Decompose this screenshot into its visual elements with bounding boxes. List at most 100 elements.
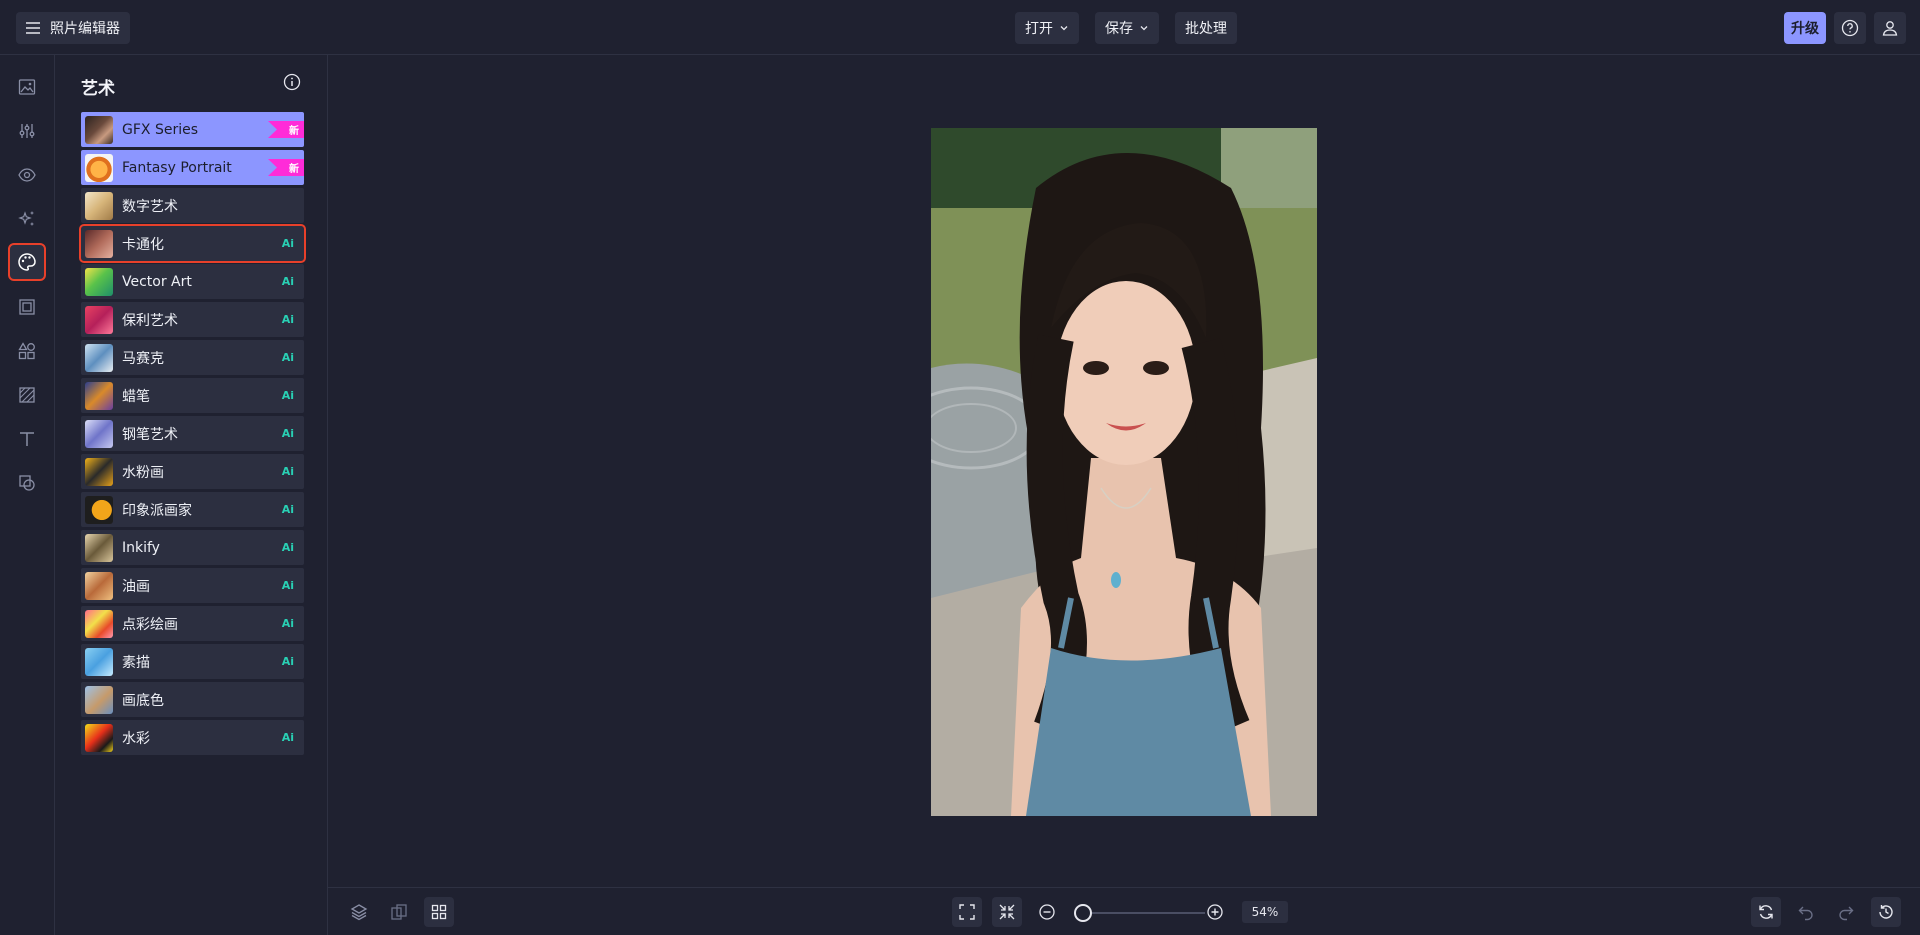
effect-digital-art[interactable]: 数字艺术 — [81, 188, 304, 223]
effect-cartoonize[interactable]: 卡通化 Ai — [79, 224, 306, 263]
redo-button[interactable] — [1831, 897, 1861, 927]
effect-thumbnail — [85, 609, 113, 638]
rail-item-view[interactable] — [8, 156, 46, 194]
new-badge: 新 — [268, 159, 304, 176]
effect-inkify[interactable]: Inkify Ai — [81, 530, 304, 565]
zoom-slider-handle[interactable] — [1074, 904, 1093, 922]
undo-icon — [1798, 906, 1813, 921]
account-button[interactable] — [1874, 12, 1906, 44]
new-badge: 新 — [268, 121, 304, 138]
effect-label: GFX Series — [122, 121, 198, 138]
effect-label: 素描 — [122, 654, 150, 671]
frame-icon — [19, 299, 35, 315]
save-label: 保存 — [1105, 21, 1133, 37]
batch-label: 批处理 — [1185, 21, 1227, 37]
effect-pen-art[interactable]: 钢笔艺术 Ai — [81, 416, 304, 451]
zoom-slider-track[interactable] — [1080, 912, 1205, 914]
zoom-out-icon — [1039, 904, 1055, 920]
fit-screen-button[interactable] — [952, 897, 982, 927]
effect-sketch[interactable]: 素描 Ai — [81, 644, 304, 679]
batch-process-button[interactable]: 批处理 — [1175, 12, 1237, 44]
rail-item-adjust[interactable] — [8, 112, 46, 150]
eye-icon — [18, 168, 36, 182]
effect-crayon[interactable]: 蜡笔 Ai — [81, 378, 304, 413]
effect-thumbnail — [85, 267, 113, 296]
effect-fantasy-portrait[interactable]: Fantasy Portrait 新 — [81, 150, 304, 185]
effect-label: Vector Art — [122, 273, 192, 290]
effect-thumbnail — [85, 647, 113, 676]
ai-badge: Ai — [281, 617, 294, 630]
edited-photo[interactable] — [931, 128, 1317, 816]
history-icon — [1879, 905, 1893, 919]
grid-view-button[interactable] — [424, 897, 454, 927]
effect-gouache[interactable]: 水粉画 Ai — [81, 454, 304, 489]
ai-badge: Ai — [281, 579, 294, 592]
effect-label: 蜡笔 — [122, 388, 150, 405]
effect-label: 油画 — [122, 578, 150, 595]
rail-item-art[interactable] — [8, 243, 46, 281]
effect-label: 水彩 — [122, 730, 150, 747]
effect-poly-art[interactable]: 保利艺术 Ai — [81, 302, 304, 337]
ai-badge: Ai — [281, 313, 294, 326]
ai-badge: Ai — [281, 427, 294, 440]
save-button[interactable]: 保存 — [1095, 12, 1159, 44]
history-button[interactable] — [1871, 897, 1901, 927]
effect-thumbnail — [85, 419, 113, 448]
upgrade-button[interactable]: 升级 — [1784, 12, 1826, 44]
palette-icon — [18, 253, 36, 271]
open-label: 打开 — [1025, 21, 1053, 37]
effect-thumbnail — [85, 153, 113, 182]
effect-label: 画底色 — [122, 692, 164, 709]
rail-item-image[interactable] — [8, 68, 46, 106]
effect-thumbnail — [85, 381, 113, 410]
effect-label: 钢笔艺术 — [122, 426, 178, 443]
effect-mosaic[interactable]: 马赛克 Ai — [81, 340, 304, 375]
rail-item-frames[interactable] — [8, 288, 46, 326]
rail-item-effects[interactable] — [8, 200, 46, 238]
panel-info-button[interactable] — [283, 73, 301, 95]
zoom-out-button[interactable] — [1032, 897, 1062, 927]
actual-size-button[interactable] — [992, 897, 1022, 927]
zoom-value[interactable]: 54% — [1242, 901, 1288, 923]
zoom-in-icon — [1207, 904, 1223, 920]
zoom-in-button[interactable] — [1200, 897, 1230, 927]
image-icon — [18, 79, 36, 95]
rail-item-textures[interactable] — [8, 376, 46, 414]
editor-canvas[interactable] — [328, 55, 1920, 887]
rail-item-overlays[interactable] — [8, 464, 46, 502]
effect-pointillism[interactable]: 点彩绘画 Ai — [81, 606, 304, 641]
reset-button[interactable] — [1751, 897, 1781, 927]
effect-thumbnail — [85, 457, 113, 486]
effect-underpainting[interactable]: 画底色 — [81, 682, 304, 717]
hamburger-menu-icon — [26, 22, 40, 34]
rail-item-text[interactable] — [8, 420, 46, 458]
grid-icon — [431, 904, 447, 920]
ai-badge: Ai — [281, 731, 294, 744]
layers-button[interactable] — [344, 897, 374, 927]
effect-oil-painting[interactable]: 油画 Ai — [81, 568, 304, 603]
ai-badge: Ai — [281, 351, 294, 364]
expand-icon — [959, 904, 975, 920]
effect-vector-art[interactable]: Vector Art Ai — [81, 264, 304, 299]
compare-button[interactable] — [384, 897, 414, 927]
open-button[interactable]: 打开 — [1015, 12, 1079, 44]
effect-impressionist[interactable]: 印象派画家 Ai — [81, 492, 304, 527]
effect-watercolor[interactable]: 水彩 Ai — [81, 720, 304, 755]
help-button[interactable] — [1834, 12, 1866, 44]
effect-gfx-series[interactable]: GFX Series 新 — [81, 112, 304, 147]
effect-thumbnail — [85, 571, 113, 600]
user-icon — [1882, 21, 1898, 36]
top-bar: 照片编辑器 打开 保存 批处理 升级 — [0, 0, 1920, 55]
undo-button[interactable] — [1791, 897, 1821, 927]
effect-label: 水粉画 — [122, 464, 164, 481]
rail-item-elements[interactable] — [8, 332, 46, 370]
ai-badge: Ai — [281, 275, 294, 288]
ai-badge: Ai — [281, 541, 294, 554]
app-menu-button[interactable]: 照片编辑器 — [16, 12, 130, 44]
effect-thumbnail — [85, 305, 113, 334]
effect-thumbnail — [85, 191, 113, 220]
effect-label: Inkify — [122, 539, 160, 556]
bottom-toolbar: 54% — [328, 887, 1920, 935]
effect-label: Fantasy Portrait — [122, 159, 232, 176]
compare-icon — [391, 904, 407, 920]
